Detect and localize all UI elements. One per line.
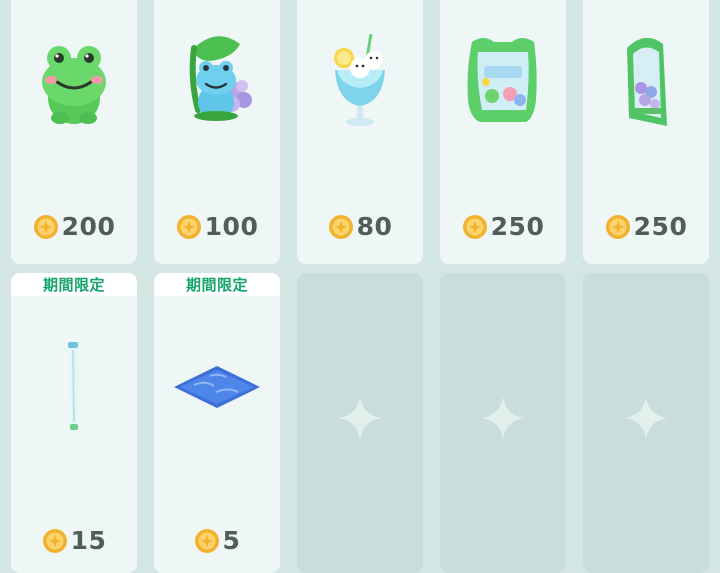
sparkle-icon (339, 397, 381, 439)
price-value: 200 (61, 212, 116, 241)
shop-item-frog-leaf-figure[interactable]: 100 (154, 0, 280, 264)
frog-stained-glass-sign-icon (467, 38, 537, 122)
shop-item-water-tile[interactable]: 期間限定 5 (154, 273, 280, 573)
limited-time-badge: 期間限定 (154, 273, 280, 296)
sparkle-icon (625, 397, 667, 439)
price-tag: 5 (154, 526, 280, 555)
empty-shop-slot (440, 273, 566, 573)
price-value: 15 (70, 526, 107, 555)
price-value: 250 (633, 212, 688, 241)
price-tag: 250 (583, 212, 709, 241)
blue-cream-soda-icon (334, 33, 385, 126)
shop-item-frog-plush[interactable]: 200 (11, 0, 137, 264)
shop-item-frog-sign[interactable]: 250 (440, 0, 566, 264)
shop-item-hydrangea-window[interactable]: 250 (583, 0, 709, 264)
frog-plush-icon (42, 46, 106, 124)
shop-item-cream-soda[interactable]: 80 (297, 0, 423, 264)
price-tag: 200 (11, 212, 137, 241)
blue-water-tile-icon (174, 366, 260, 408)
coin-icon (605, 214, 630, 239)
coin-icon (176, 214, 201, 239)
frog-leaf-hydrangea-figure-icon (189, 36, 252, 121)
price-value: 100 (204, 212, 259, 241)
coin-icon (194, 528, 219, 553)
price-tag: 100 (154, 212, 280, 241)
limited-time-badge: 期間限定 (11, 273, 137, 296)
price-tag: 15 (11, 526, 137, 555)
empty-shop-slot (297, 273, 423, 573)
shop-item-glass-pole[interactable]: 期間限定 15 (11, 273, 137, 573)
price-value: 80 (356, 212, 393, 241)
sparkle-icon (482, 397, 524, 439)
empty-shop-slot (583, 273, 709, 573)
price-value: 250 (490, 212, 545, 241)
coin-icon (328, 214, 353, 239)
hydrangea-arch-window-icon (627, 37, 667, 126)
coin-icon (462, 214, 487, 239)
coin-icon (33, 214, 58, 239)
price-tag: 250 (440, 212, 566, 241)
glass-pole-icon (68, 342, 79, 430)
price-value: 5 (222, 526, 241, 555)
coin-icon (42, 528, 67, 553)
price-tag: 80 (297, 212, 423, 241)
